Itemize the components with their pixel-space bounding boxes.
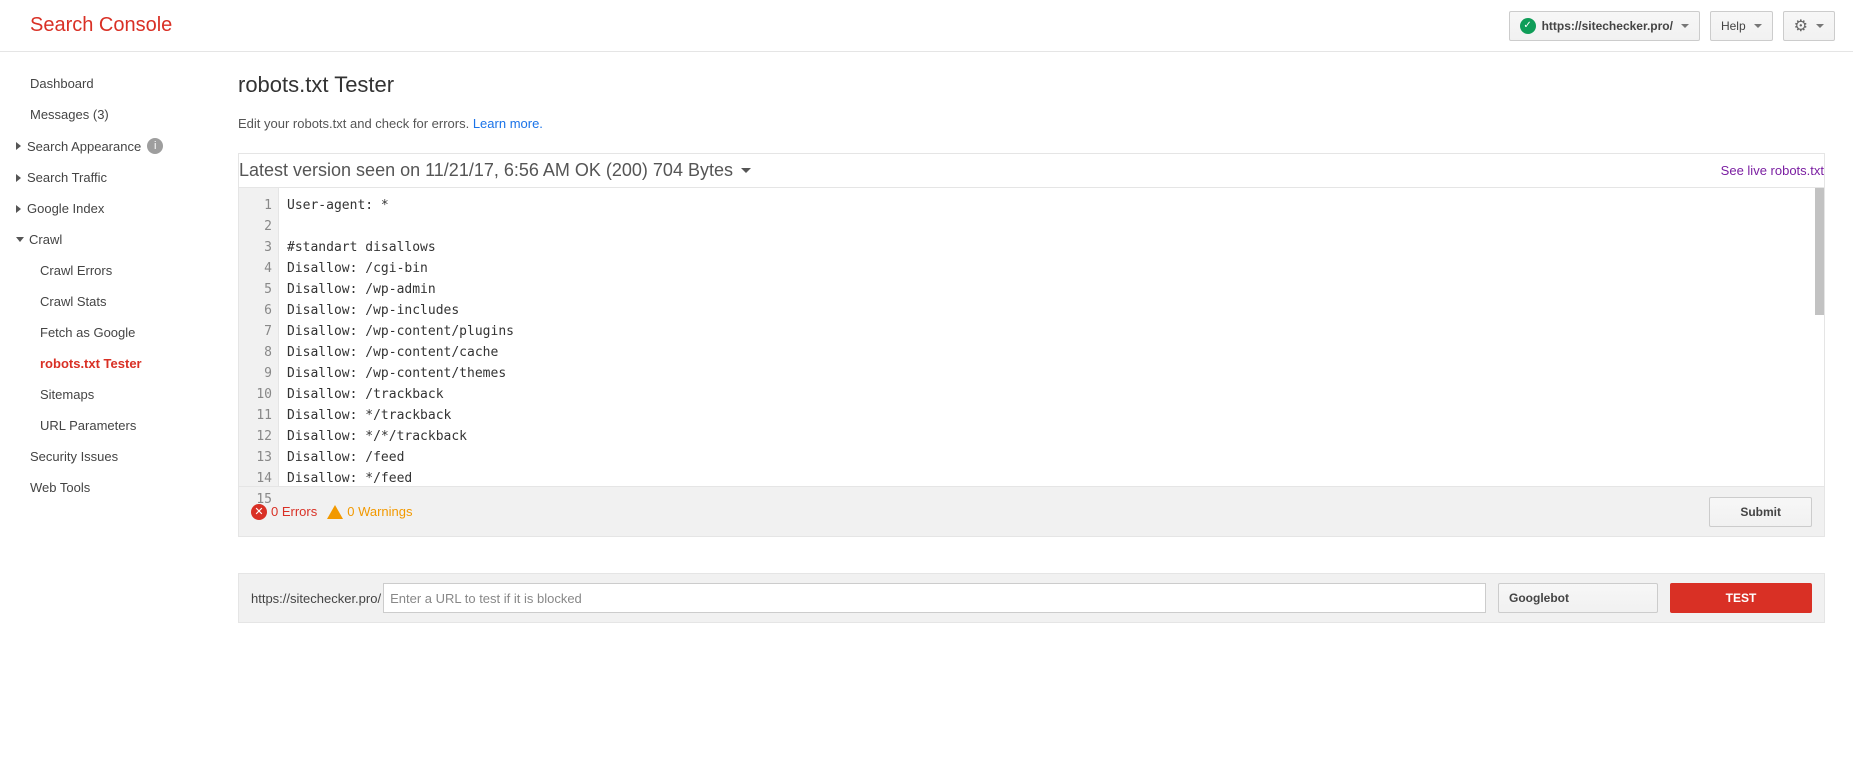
see-live-link[interactable]: See live robots.txt: [1721, 163, 1824, 178]
chevron-down-icon: [16, 237, 24, 242]
url-prefix: https://sitechecker.pro/: [251, 591, 381, 606]
test-button[interactable]: TEST: [1670, 583, 1812, 613]
status-bar: ✕ 0 Errors 0 Warnings Submit: [238, 487, 1825, 537]
sidebar-item-sitemaps[interactable]: Sitemaps: [8, 379, 210, 410]
user-agent-label: Googlebot: [1509, 591, 1569, 605]
chevron-right-icon: [16, 174, 21, 182]
check-icon: ✓: [1520, 18, 1536, 34]
scrollbar[interactable]: [1815, 188, 1824, 315]
main-content: robots.txt Tester Edit your robots.txt a…: [210, 52, 1853, 643]
errors-count: 0 Errors: [271, 504, 317, 519]
submit-button[interactable]: Submit: [1709, 497, 1812, 527]
learn-more-link[interactable]: Learn more.: [473, 116, 543, 131]
code-area[interactable]: User-agent: * #standart disallowsDisallo…: [279, 188, 1824, 486]
chevron-right-icon: [16, 205, 21, 213]
sidebar-item-google-index[interactable]: Google Index: [8, 193, 210, 224]
sidebar-item-search-appearance[interactable]: Search Appearancei: [8, 130, 210, 162]
property-label: https://sitechecker.pro/: [1542, 19, 1673, 33]
gear-icon: ⚙: [1794, 16, 1808, 36]
sidebar-item-messages[interactable]: Messages (3): [8, 99, 210, 130]
sidebar-item-fetch-as-google[interactable]: Fetch as Google: [8, 317, 210, 348]
caret-down-icon: [1681, 24, 1689, 28]
top-bar: Search Console ✓ https://sitechecker.pro…: [0, 0, 1853, 52]
help-button[interactable]: Help: [1710, 11, 1773, 41]
version-label: Latest version seen on 11/21/17, 6:56 AM…: [239, 160, 733, 181]
user-agent-select[interactable]: Googlebot: [1498, 583, 1658, 613]
sidebar-item-security[interactable]: Security Issues: [8, 441, 210, 472]
sidebar: Dashboard Messages (3) Search Appearance…: [0, 52, 210, 643]
info-icon: i: [147, 138, 163, 154]
brand-title: Search Console: [30, 14, 172, 37]
url-input[interactable]: [383, 583, 1486, 613]
sidebar-item-crawl-errors[interactable]: Crawl Errors: [8, 255, 210, 286]
warning-icon: [327, 505, 343, 519]
help-label: Help: [1721, 19, 1746, 33]
warnings-count: 0 Warnings: [347, 504, 412, 519]
sidebar-item-dashboard[interactable]: Dashboard: [8, 68, 210, 99]
line-gutter: 123456789101112131415: [239, 188, 279, 486]
settings-button[interactable]: ⚙: [1783, 11, 1835, 41]
property-selector[interactable]: ✓ https://sitechecker.pro/: [1509, 11, 1700, 41]
sidebar-item-search-traffic[interactable]: Search Traffic: [8, 162, 210, 193]
chevron-right-icon: [16, 142, 21, 150]
page-title: robots.txt Tester: [238, 72, 1825, 98]
sidebar-item-robots-tester[interactable]: robots.txt Tester: [8, 348, 210, 379]
url-test-bar: https://sitechecker.pro/ Googlebot TEST: [238, 573, 1825, 623]
caret-down-icon: [1754, 24, 1762, 28]
sidebar-item-crawl-stats[interactable]: Crawl Stats: [8, 286, 210, 317]
sidebar-item-web-tools[interactable]: Web Tools: [8, 472, 210, 503]
caret-down-icon: [1816, 24, 1824, 28]
version-bar: Latest version seen on 11/21/17, 6:56 AM…: [238, 153, 1825, 187]
intro-text: Edit your robots.txt and check for error…: [238, 116, 1825, 131]
sidebar-item-crawl[interactable]: Crawl: [8, 224, 210, 255]
caret-down-icon[interactable]: [741, 168, 751, 173]
robots-editor[interactable]: 123456789101112131415 User-agent: * #sta…: [238, 187, 1825, 487]
sidebar-item-url-parameters[interactable]: URL Parameters: [8, 410, 210, 441]
